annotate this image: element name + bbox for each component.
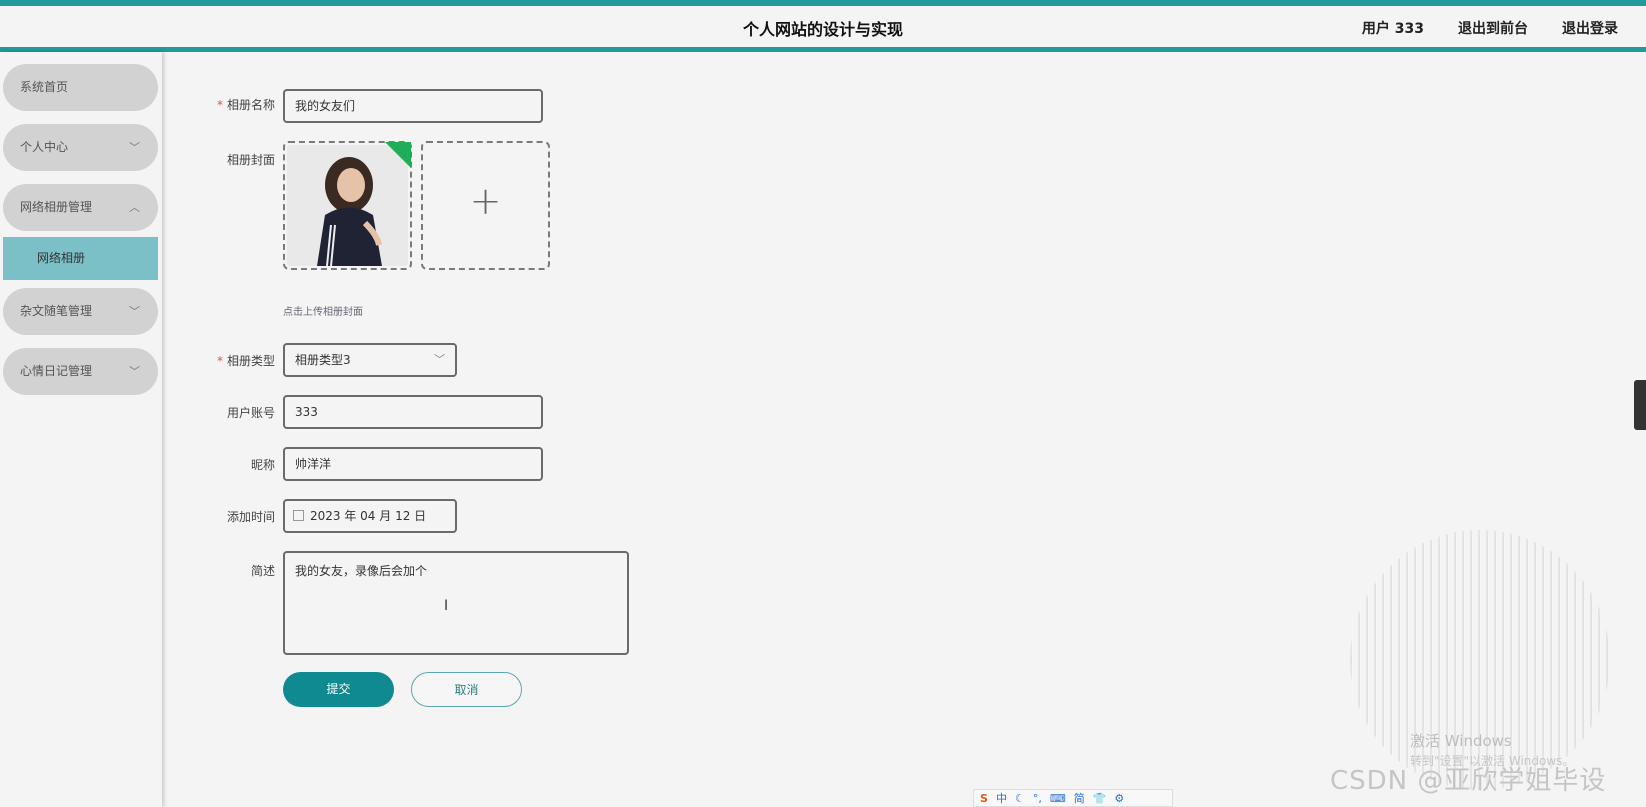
nickname-input[interactable]: 帅洋洋 [283,447,543,481]
skin-icon[interactable]: 👕 [1093,792,1107,805]
cover-image-thumbnail[interactable] [283,141,412,270]
to-front-link[interactable]: 退出到前台 [1458,18,1528,38]
logout-link[interactable]: 退出登录 [1562,18,1618,38]
selected-check-icon [385,142,411,168]
decorative-stripes [1350,530,1610,790]
ime-toolbar: S 中 ☾ °, ⌨ 简 👕 ⚙ [973,789,1173,807]
csdn-watermark: CSDN @亚欣学姐毕设 [1330,766,1607,796]
gear-icon[interactable]: ⚙ [1114,792,1124,805]
sidebar: 系统首页 个人中心 ﹀ 网络相册管理 ︿ 网络相册 杂文随笔管理 ﹀ 心情日记管… [0,52,162,807]
keyboard-icon[interactable]: ⌨ [1050,792,1066,805]
sidebar-item-album-management[interactable]: 网络相册管理 ︿ [3,184,158,231]
text-cursor-icon: I [444,598,449,614]
account-label: 用户账号 [226,406,275,420]
user-label: 用户 333 [1361,21,1424,37]
nickname-label: 昵称 [250,458,275,472]
add-time-input[interactable]: 2023 年 04 月 12 日 [283,499,457,533]
sidebar-item-home[interactable]: 系统首页 [3,64,158,111]
moon-icon[interactable]: ☾ [1015,792,1025,805]
cover-upload-hint: 点击上传相册封面 [283,307,363,318]
header-actions: 用户 333 退出到前台 退出登录 [1362,18,1618,38]
chevron-up-icon: ︿ [129,201,140,214]
album-type-select[interactable]: 相册类型3 ﹀ [283,343,457,377]
plus-icon: + [469,179,502,223]
add-time-value: 2023 年 04 月 12 日 [310,509,427,523]
chevron-down-icon: ﹀ [129,141,140,154]
sidebar-item-label: 杂文随笔管理 [20,304,93,318]
sidebar-item-diary-management[interactable]: 心情日记管理 ﹀ [3,348,158,395]
top-header: 个人网站的设计与实现 用户 333 退出到前台 退出登录 [0,0,1646,52]
sidebar-item-label: 网络相册 [37,251,86,265]
windows-activation-title: 激活 Windows [1410,732,1512,750]
chevron-down-icon: ﹀ [129,305,140,318]
sidebar-item-label: 心情日记管理 [20,364,93,378]
chevron-down-icon: ﹀ [129,365,140,378]
album-name-label: * 相册名称 [216,98,275,112]
album-type-value: 相册类型3 [295,353,351,367]
scrollbar-handle[interactable] [1634,380,1646,430]
sidebar-item-label: 系统首页 [20,80,69,94]
album-type-label: * 相册类型 [216,354,275,368]
sidebar-item-label: 个人中心 [20,140,69,154]
punctuation-icon[interactable]: °, [1033,792,1042,805]
chevron-down-icon: ﹀ [434,353,445,366]
sidebar-item-essay-management[interactable]: 杂文随笔管理 ﹀ [3,288,158,335]
cover-label: 相册封面 [226,153,275,167]
sidebar-subitem-album[interactable]: 网络相册 [3,237,158,280]
sidebar-item-personal-center[interactable]: 个人中心 ﹀ [3,124,158,171]
add-time-label: 添加时间 [226,510,275,524]
album-name-input[interactable]: 我的女友们 [283,89,543,123]
sidebar-item-label: 网络相册管理 [20,200,93,214]
upload-cover-button[interactable]: + [421,141,550,270]
ime-logo-icon: S [980,791,988,805]
ime-simplified-mode[interactable]: 简 [1074,790,1085,806]
calendar-icon [293,510,304,521]
description-label: 简述 [250,564,275,578]
cancel-button[interactable]: 取消 [411,672,522,707]
submit-button[interactable]: 提交 [283,672,394,707]
ime-chinese-mode[interactable]: 中 [996,790,1007,806]
account-input[interactable]: 333 [283,395,543,429]
description-textarea[interactable]: 我的女友，录像后会加个 [283,551,629,655]
